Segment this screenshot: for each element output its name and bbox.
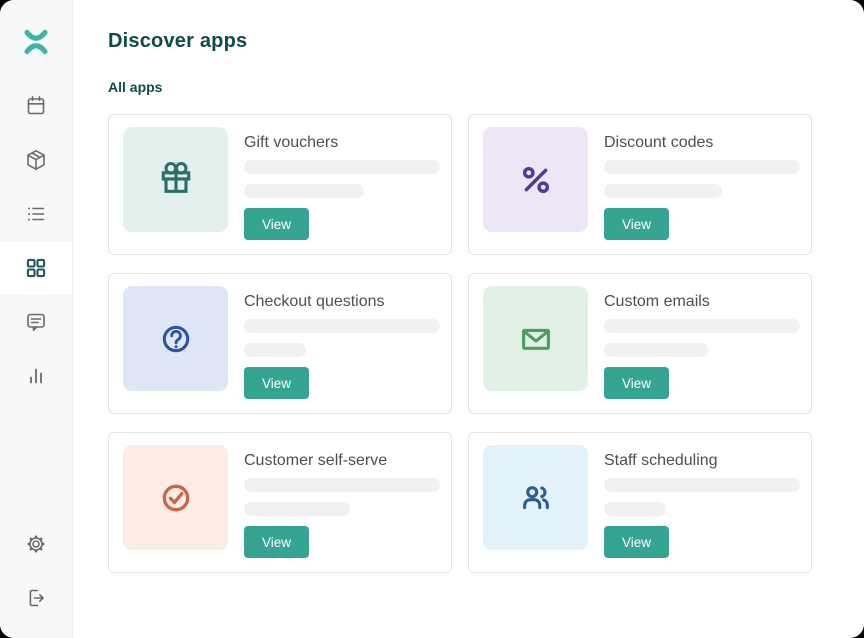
placeholder-bar: [244, 319, 440, 333]
logout-icon: [24, 586, 48, 610]
app-card-discount-codes: Discount codes View: [468, 114, 812, 255]
placeholder-bar: [244, 478, 440, 492]
apps-grid-icon: [24, 256, 48, 280]
check-circle-icon: [123, 445, 228, 550]
app-window: Discover apps All apps Gift vouchers: [0, 0, 864, 638]
view-button[interactable]: View: [604, 208, 669, 240]
app-card-staff-scheduling: Staff scheduling View: [468, 432, 812, 573]
placeholder-bar: [604, 478, 800, 492]
placeholder-bar: [244, 502, 350, 516]
card-body: Checkout questions View: [244, 286, 437, 401]
placeholder-bar: [244, 184, 364, 198]
sidebar-item-settings[interactable]: [0, 517, 72, 571]
card-body: Customer self-serve View: [244, 445, 437, 560]
card-title: Staff scheduling: [604, 451, 797, 470]
app-card-custom-emails: Custom emails View: [468, 273, 812, 414]
sidebar-item-services[interactable]: [0, 187, 72, 241]
apps-grid: Gift vouchers View Discount codes: [108, 114, 812, 573]
percent-icon: [483, 127, 588, 232]
card-title: Gift vouchers: [244, 133, 437, 152]
gift-icon: [123, 127, 228, 232]
app-card-gift-vouchers: Gift vouchers View: [108, 114, 452, 255]
sidebar-item-products[interactable]: [0, 133, 72, 187]
view-button[interactable]: View: [604, 367, 669, 399]
placeholder-bar: [244, 160, 440, 174]
card-title: Discount codes: [604, 133, 797, 152]
app-card-checkout-questions: Checkout questions View: [108, 273, 452, 414]
placeholder-bar: [604, 160, 800, 174]
card-body: Gift vouchers View: [244, 127, 437, 242]
sidebar: [0, 0, 73, 638]
chat-icon: [24, 310, 48, 334]
view-button[interactable]: View: [244, 367, 309, 399]
card-title: Custom emails: [604, 292, 797, 311]
settings-gear-icon: [24, 532, 48, 556]
view-button[interactable]: View: [244, 526, 309, 558]
section-title: All apps: [108, 79, 812, 95]
sidebar-item-logout[interactable]: [0, 571, 72, 625]
sidebar-item-messages[interactable]: [0, 295, 72, 349]
page-title: Discover apps: [108, 30, 812, 53]
view-button[interactable]: View: [244, 208, 309, 240]
package-icon: [24, 148, 48, 172]
placeholder-bar: [604, 184, 722, 198]
card-title: Customer self-serve: [244, 451, 437, 470]
calendar-icon: [24, 94, 48, 118]
card-body: Staff scheduling View: [604, 445, 797, 560]
sidebar-item-calendar[interactable]: [0, 79, 72, 133]
sidebar-item-reports[interactable]: [0, 349, 72, 403]
card-body: Discount codes View: [604, 127, 797, 242]
envelope-icon: [483, 286, 588, 391]
app-card-customer-self-serve: Customer self-serve View: [108, 432, 452, 573]
list-icon: [24, 202, 48, 226]
placeholder-bar: [244, 343, 306, 357]
card-body: Custom emails View: [604, 286, 797, 401]
view-button[interactable]: View: [604, 526, 669, 558]
placeholder-bar: [604, 343, 708, 357]
bar-chart-icon: [24, 364, 48, 388]
main-content: Discover apps All apps Gift vouchers: [73, 0, 864, 638]
placeholder-bar: [604, 319, 800, 333]
sidebar-footer: [0, 517, 72, 625]
placeholder-bar: [604, 502, 666, 516]
question-circle-icon: [123, 286, 228, 391]
card-title: Checkout questions: [244, 292, 437, 311]
sidebar-item-apps[interactable]: [0, 241, 72, 295]
sidebar-nav: [0, 79, 72, 403]
people-icon: [483, 445, 588, 550]
brand-x-logo-icon[interactable]: [23, 26, 49, 58]
